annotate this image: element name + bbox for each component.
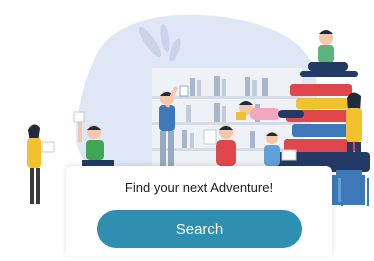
card-title: Find your next Adventure! — [124, 180, 274, 195]
search-card: Find your next Adventure! Search — [66, 166, 332, 256]
person-woman-left — [27, 124, 55, 204]
search-button[interactable]: Search — [97, 210, 302, 248]
